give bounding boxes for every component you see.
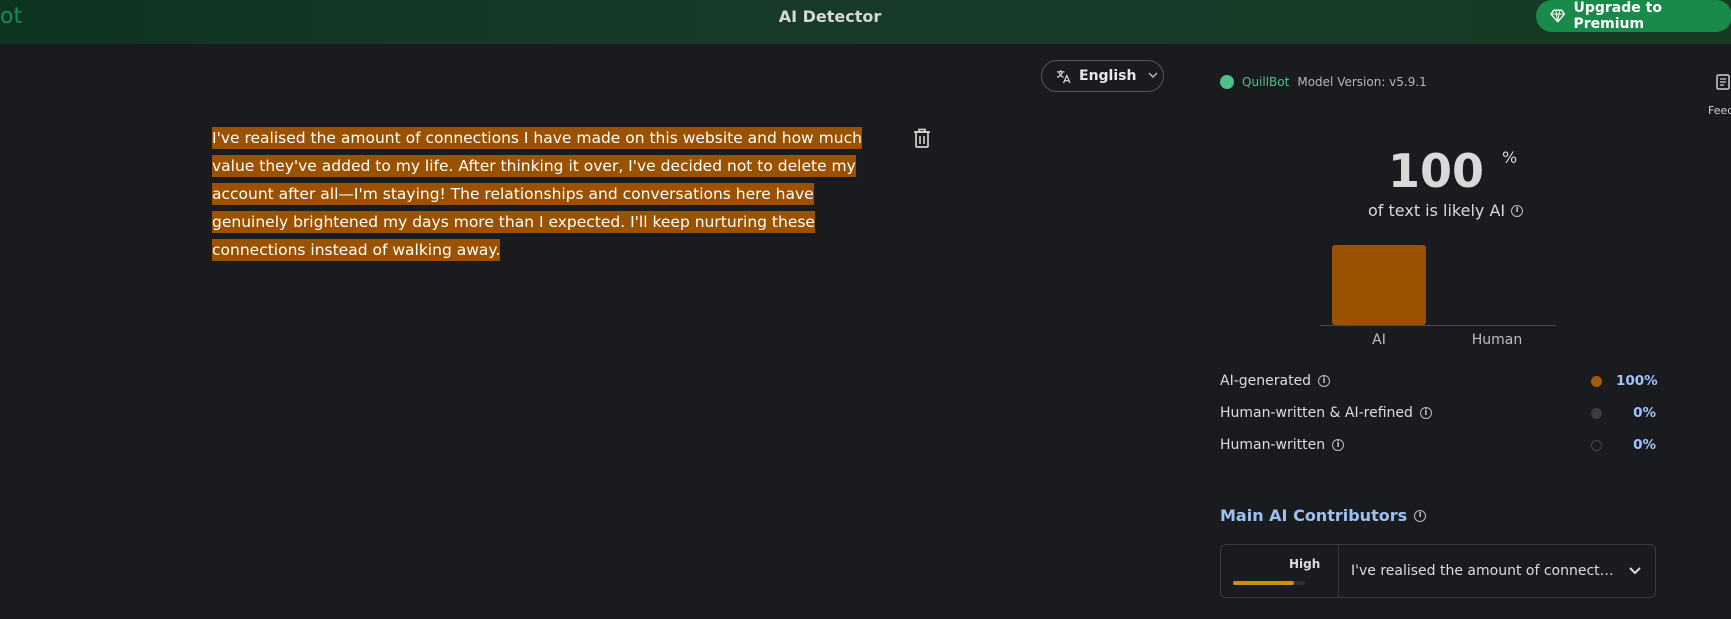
input-text-area[interactable]: I've realised the amount of connections … [212, 124, 882, 264]
level-label: High [1289, 557, 1321, 571]
legend-dot [1591, 407, 1602, 419]
model-version: Model Version: v5.9.1 [1297, 75, 1427, 89]
top-bar: ot AI Detector Upgrade to Premium [0, 0, 1731, 44]
legend-row-ai-generated: AI-generated i 100% [1220, 365, 1658, 397]
legend-label: Human-written & AI-refined [1220, 405, 1413, 421]
info-icon[interactable]: i [1414, 509, 1427, 522]
chevron-down-icon [1148, 71, 1158, 82]
ai-percentage: 100 [1388, 144, 1485, 198]
page-title: AI Detector [778, 7, 882, 26]
legend-value: 0% [1633, 437, 1656, 453]
legend-dot [1591, 439, 1602, 451]
translate-icon [1056, 69, 1071, 83]
quillbot-logo-icon [1220, 75, 1234, 89]
contributors-title-text: Main AI Contributors [1220, 506, 1408, 525]
info-icon[interactable]: i [1318, 375, 1331, 387]
feedback-label[interactable]: Feed [1708, 104, 1731, 117]
ai-detector-page: ot AI Detector Upgrade to Premium Englis… [0, 0, 1731, 619]
percent-sign: % [1502, 148, 1518, 167]
upgrade-premium-button[interactable]: Upgrade to Premium [1536, 0, 1731, 32]
ai-human-bar-chart: AI Human [1320, 245, 1556, 348]
diamond-icon [1550, 9, 1566, 23]
legend-dot [1591, 375, 1602, 387]
level-fill [1233, 581, 1295, 585]
delete-text-button[interactable] [912, 127, 934, 149]
model-info: QuillBot Model Version: v5.9.1 [1220, 75, 1427, 89]
legend-row-human-written: Human-written i 0% [1220, 429, 1656, 461]
contributor-item[interactable]: High I've realised the amount of connect… [1220, 544, 1656, 598]
likely-ai-label-row: of text is likely AI i [1368, 201, 1524, 220]
legend-row-human-ai-refined: Human-written & AI-refined i 0% [1220, 397, 1656, 429]
chevron-down-icon [1629, 567, 1641, 575]
level-track [1233, 581, 1305, 585]
info-icon[interactable]: i [1332, 439, 1345, 451]
contributor-snippet: I've realised the amount of connecti... [1351, 563, 1615, 579]
trash-icon [914, 128, 930, 148]
info-icon[interactable]: i [1419, 407, 1432, 419]
bar-ai [1332, 245, 1426, 325]
language-label: English [1079, 68, 1137, 84]
contribution-level: High [1221, 545, 1339, 597]
info-icon[interactable]: i [1511, 204, 1524, 217]
legend-label: AI-generated [1220, 373, 1312, 389]
tick-label-ai: AI [1372, 332, 1386, 348]
brand-name: QuillBot [1242, 75, 1290, 89]
feedback-icon[interactable] [1716, 74, 1730, 90]
legend-value: 100% [1616, 373, 1658, 389]
upgrade-label: Upgrade to Premium [1573, 0, 1662, 32]
legend-label: Human-written [1220, 437, 1326, 453]
classification-legend: AI-generated i 100% Human-written & AI-re… [1220, 365, 1658, 461]
expand-button[interactable] [1615, 566, 1655, 576]
legend-value: 0% [1633, 405, 1656, 421]
main-contributors-title: Main AI Contributors i [1220, 506, 1427, 525]
likely-ai-label: of text is likely AI [1368, 201, 1506, 220]
language-select[interactable]: English [1041, 60, 1164, 92]
highlighted-ai-text: I've realised the amount of connections … [212, 127, 862, 261]
tick-label-human: Human [1472, 332, 1523, 348]
